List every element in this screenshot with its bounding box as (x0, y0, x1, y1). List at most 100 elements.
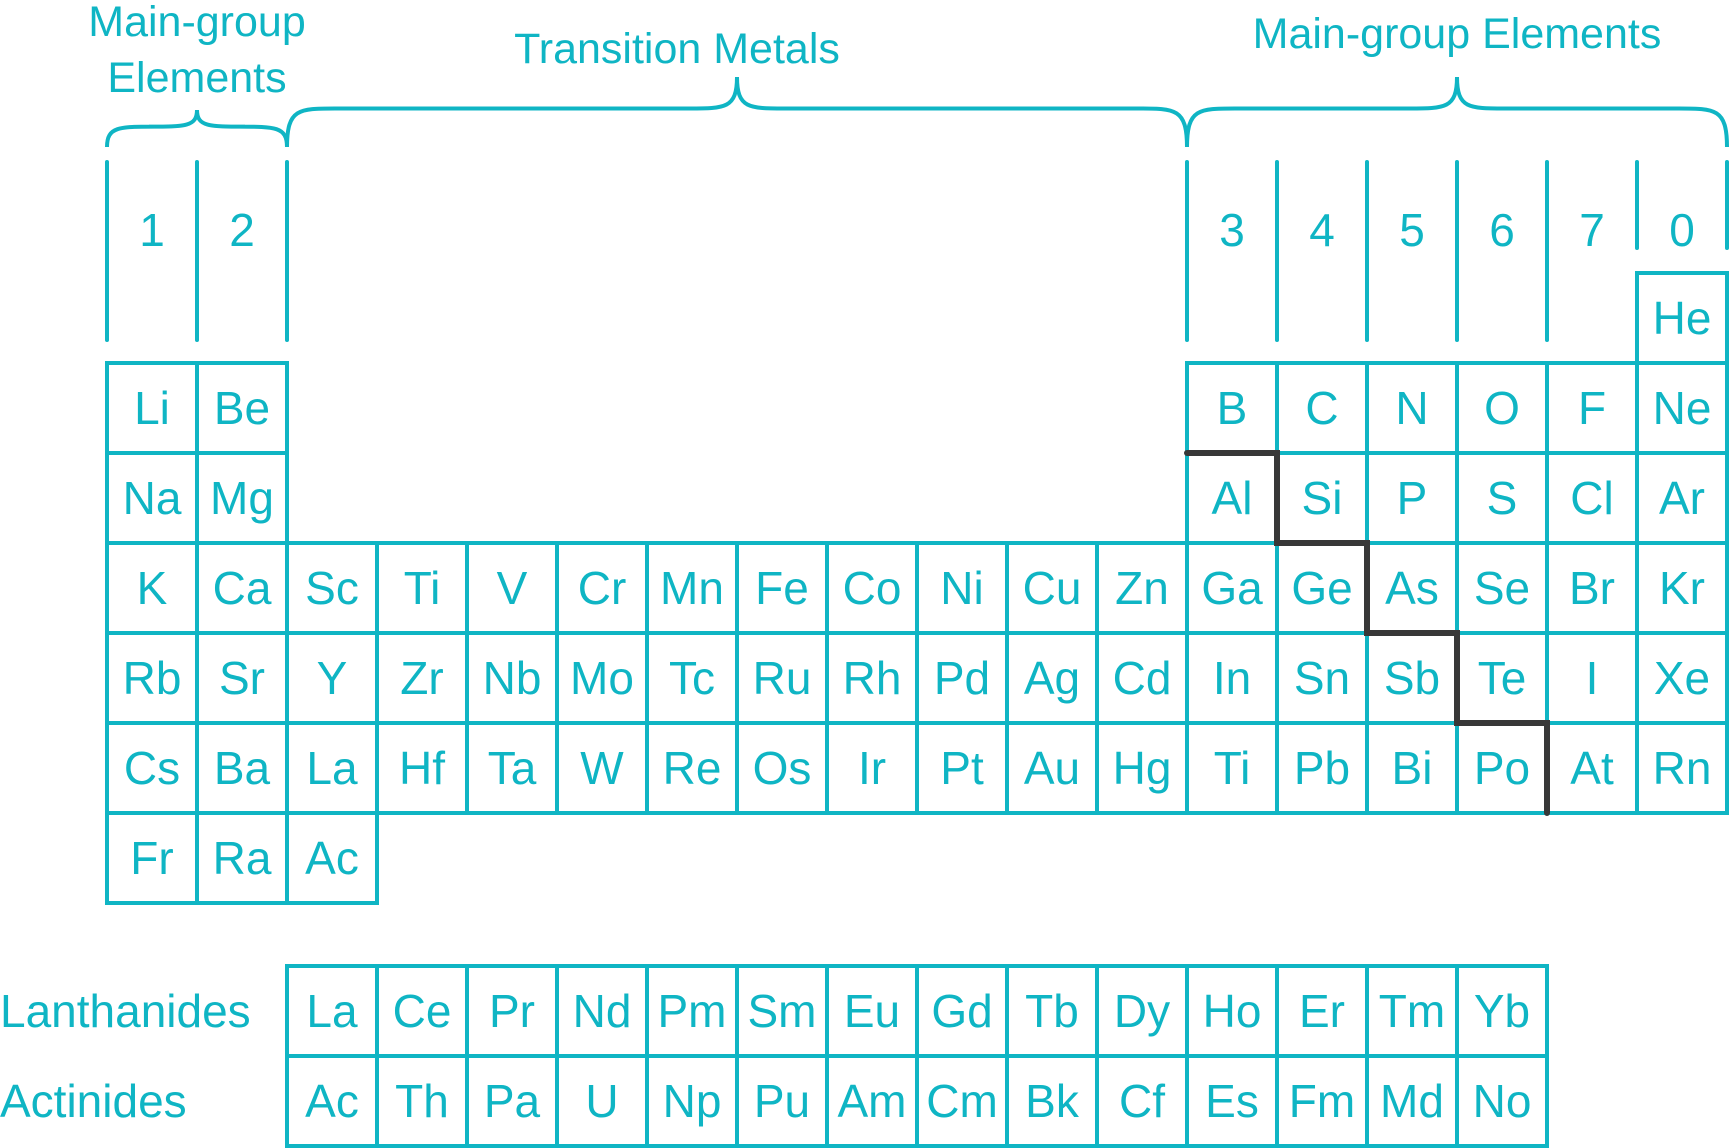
element-cell: Ce (375, 964, 469, 1058)
element-symbol: Ho (1203, 985, 1262, 1037)
group-number-label: 5 (1399, 204, 1425, 256)
element-cell: Mg (195, 451, 289, 545)
element-symbol: Ga (1201, 562, 1263, 614)
section-headings: Main-group Elements Transition Metals Ma… (88, 0, 1661, 102)
element-cell: Xe (1635, 631, 1729, 725)
element-symbol: He (1653, 292, 1712, 344)
element-cell: Se (1455, 541, 1549, 635)
element-cell: Kr (1635, 541, 1729, 635)
element-symbol: Md (1380, 1075, 1444, 1127)
element-cell: Pm (645, 964, 739, 1058)
element-cell: Os (735, 721, 829, 815)
element-symbol: Ag (1024, 652, 1080, 704)
element-symbol: Pu (754, 1075, 810, 1127)
element-cell: Rh (825, 631, 919, 725)
element-symbol: N (1395, 382, 1428, 434)
element-cell: Y (285, 631, 379, 725)
element-symbol: Ti (404, 562, 441, 614)
element-cell: P (1365, 451, 1459, 545)
element-symbol: Ce (393, 985, 452, 1037)
element-cell: Te (1455, 631, 1549, 725)
element-cell: N (1365, 361, 1459, 455)
element-cell: As (1365, 541, 1459, 635)
element-cell: U (555, 1054, 649, 1148)
element-symbol: C (1305, 382, 1338, 434)
element-cell: La (285, 964, 379, 1058)
periodic-table-diagram: Main-group Elements Transition Metals Ma… (0, 0, 1729, 1148)
element-cell: Pa (465, 1054, 559, 1148)
element-symbol: Rn (1653, 742, 1712, 794)
element-cell: Nd (555, 964, 649, 1058)
element-symbol: Fe (755, 562, 809, 614)
element-symbol: Tb (1025, 985, 1079, 1037)
group-braces (105, 76, 1729, 148)
element-symbol: Ca (213, 562, 272, 614)
element-symbol: Am (838, 1075, 907, 1127)
element-cell: Pd (915, 631, 1009, 725)
element-symbol: I (1586, 652, 1599, 704)
element-symbol: Co (843, 562, 902, 614)
element-symbol: Nb (483, 652, 542, 704)
element-cell: Sm (735, 964, 829, 1058)
element-symbol: In (1213, 652, 1251, 704)
group-number-label: 4 (1309, 204, 1335, 256)
element-cell: Ba (195, 721, 289, 815)
element-cell: Ta (465, 721, 559, 815)
element-cell: Tb (1005, 964, 1099, 1058)
element-symbol: Ru (753, 652, 812, 704)
element-cell: Er (1275, 964, 1369, 1058)
element-symbol: Y (317, 652, 348, 704)
element-cell: Zn (1095, 541, 1189, 635)
element-symbol: Rb (123, 652, 182, 704)
element-symbol: Fr (130, 832, 173, 884)
element-symbol: S (1487, 472, 1518, 524)
element-symbol: Cl (1570, 472, 1613, 524)
element-symbol: Sc (305, 562, 359, 614)
element-cell: Sc (285, 541, 379, 635)
element-symbol: Pr (489, 985, 535, 1037)
element-symbol: Sb (1384, 652, 1440, 704)
element-cell: Zr (375, 631, 469, 725)
element-cell: Ra (195, 811, 289, 905)
element-cell: Fr (105, 811, 199, 905)
element-symbol: K (137, 562, 168, 614)
group-number-label: 3 (1219, 204, 1245, 256)
element-symbol: Ba (214, 742, 271, 794)
element-cell: Al (1185, 451, 1279, 545)
brace-right-main-group (1185, 76, 1729, 148)
group-number-label: 7 (1579, 204, 1605, 256)
element-cell: Be (195, 361, 289, 455)
element-cell: Bi (1365, 721, 1459, 815)
element-symbol: Mo (570, 652, 634, 704)
element-symbol: W (580, 742, 624, 794)
brace-transition-metals (285, 76, 1189, 148)
element-cell: Ti (1185, 721, 1279, 815)
element-symbol: Xe (1654, 652, 1710, 704)
element-symbol: Sm (748, 985, 817, 1037)
element-symbol: Ni (940, 562, 983, 614)
element-cell: Cd (1095, 631, 1189, 725)
element-cell: Ru (735, 631, 829, 725)
element-cell: Tm (1365, 964, 1459, 1058)
element-cell: Br (1545, 541, 1639, 635)
element-cell: Yb (1455, 964, 1549, 1058)
element-symbol: Ti (1214, 742, 1251, 794)
element-cell: Pr (465, 964, 559, 1058)
element-symbol: B (1217, 382, 1248, 434)
element-symbol: Pb (1294, 742, 1350, 794)
element-cell: Cr (555, 541, 649, 635)
element-symbol: Ne (1653, 382, 1712, 434)
element-symbol: Si (1302, 472, 1343, 524)
element-cell: Li (105, 361, 199, 455)
element-cell: Ni (915, 541, 1009, 635)
element-cell: No (1455, 1054, 1549, 1148)
element-symbol: Ra (213, 832, 272, 884)
element-cell: Sr (195, 631, 289, 725)
element-cell: Ac (285, 811, 379, 905)
heading-left-main-group-line2: Elements (107, 54, 286, 102)
element-symbol: Be (214, 382, 270, 434)
main-table: He Li Be B C N O F Ne Na Mg Al Si P S Cl Ar K Ca Sc Ti V Cr Mn F… (105, 271, 1729, 905)
element-cell: Ac (285, 1054, 379, 1148)
element-cell: Ar (1635, 451, 1729, 545)
element-symbol: Bk (1025, 1075, 1080, 1127)
